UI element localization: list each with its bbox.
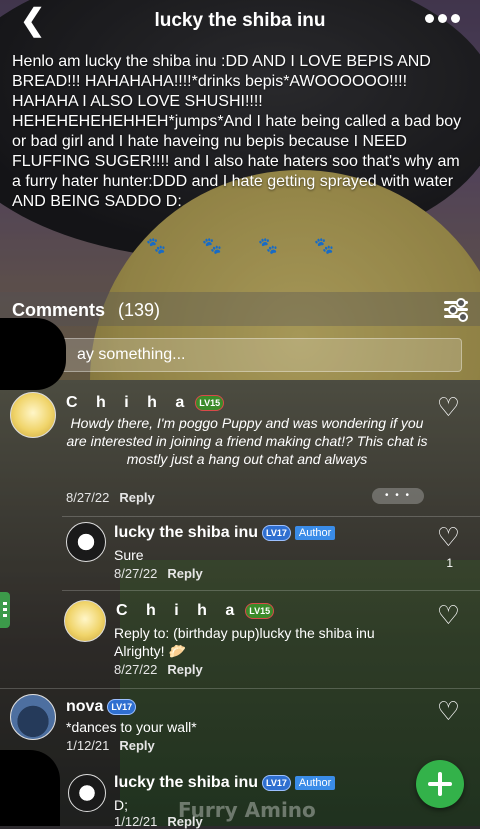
username-text: C h i h a <box>66 394 192 411</box>
comment-date: 1/12/21 <box>66 738 110 753</box>
paw-icon: 🐾 <box>258 238 278 255</box>
more-options-button[interactable] <box>421 6 460 29</box>
heart-icon[interactable]: ♡ <box>437 698 460 724</box>
comment-username[interactable]: C h i h a LV15 <box>66 394 225 412</box>
reply-button[interactable]: Reply <box>167 566 202 581</box>
level-badge: LV15 <box>245 602 275 619</box>
comments-header: Comments (139) <box>0 292 480 326</box>
level-badge: LV15 <box>195 394 225 411</box>
username-text: C h i h a <box>116 602 242 619</box>
comments-count: (139) <box>118 300 161 320</box>
reply-button[interactable]: Reply <box>119 738 154 753</box>
author-badge: Author <box>294 775 336 790</box>
avatar[interactable] <box>10 392 56 438</box>
more-dot <box>425 14 434 23</box>
comment-text: D; <box>114 797 128 813</box>
avatar[interactable] <box>64 600 106 642</box>
avatar[interactable] <box>10 694 56 740</box>
comment-username[interactable]: C h i h a LV15 <box>116 602 275 620</box>
comment-meta: 8/27/22 Reply <box>66 490 155 505</box>
page-title: lucky the shiba inu <box>154 10 326 31</box>
comment-text: *dances to your wall* <box>66 719 197 735</box>
reply-to-text: Reply to: (birthday pup)lucky the shiba … <box>114 625 375 641</box>
comment-text: Howdy there, I'm poggo Puppy and was won… <box>66 415 428 467</box>
paw-divider: 🐾 🐾 🐾 🐾 <box>0 236 480 256</box>
username-text: lucky the shiba inu <box>114 774 259 791</box>
paw-icon: 🐾 <box>146 238 166 255</box>
divider <box>62 516 480 517</box>
level-badge: LV17 <box>262 774 291 791</box>
heart-icon[interactable]: ♡ <box>437 394 460 420</box>
comment-username[interactable]: lucky the shiba inu LV17 Author <box>114 774 336 792</box>
heart-icon[interactable]: ♡ <box>437 524 460 550</box>
comment-input-placeholder: ay something... <box>77 346 186 363</box>
comment-meta: 1/12/21 Reply <box>66 738 155 753</box>
divider <box>0 688 480 689</box>
comment-date: 8/27/22 <box>66 490 110 505</box>
divider <box>62 590 480 591</box>
reply-button[interactable]: Reply <box>119 490 154 505</box>
comment-date: 8/27/22 <box>114 662 158 677</box>
paw-icon: 🐾 <box>202 238 222 255</box>
comment-date: 1/12/21 <box>114 814 158 829</box>
reply-button[interactable]: Reply <box>167 662 202 677</box>
author-badge: Author <box>294 525 336 540</box>
avatar[interactable] <box>68 774 106 812</box>
side-drawer-handle[interactable] <box>0 592 10 628</box>
comment-input[interactable]: ay something... <box>40 338 462 372</box>
heart-icon[interactable]: ♡ <box>437 602 460 628</box>
user-avatar <box>0 318 66 390</box>
username-text: lucky the shiba inu <box>114 524 259 541</box>
comment-date: 8/27/22 <box>114 566 158 581</box>
comment-meta: 8/27/22 Reply <box>114 662 203 677</box>
paw-icon: 🐾 <box>314 238 334 255</box>
profile-bio: Henlo am lucky the shiba inu :DD AND I L… <box>12 53 462 210</box>
level-badge: LV17 <box>107 698 137 715</box>
comment-text: Alrighty! 🥟 <box>114 643 186 659</box>
top-bar: ❮ lucky the shiba inu <box>0 0 480 44</box>
comment-text: Sure <box>114 547 144 563</box>
more-dot <box>438 14 447 23</box>
censor-blob <box>0 750 60 826</box>
expand-more-button[interactable]: • • • <box>372 488 424 504</box>
add-comment-button[interactable] <box>416 760 464 808</box>
comment-username[interactable]: nova LV17 <box>66 698 137 716</box>
level-badge: LV17 <box>262 524 291 541</box>
filter-sliders-icon[interactable] <box>444 298 468 322</box>
more-dot <box>451 14 460 23</box>
like-count: 1 <box>446 556 453 570</box>
comment-username[interactable]: lucky the shiba inu LV17 Author <box>114 524 336 542</box>
username-text: nova <box>66 698 104 715</box>
comment-meta: 8/27/22 Reply <box>114 566 203 581</box>
watermark: Furry Amino <box>178 798 316 822</box>
avatar[interactable] <box>66 522 106 562</box>
